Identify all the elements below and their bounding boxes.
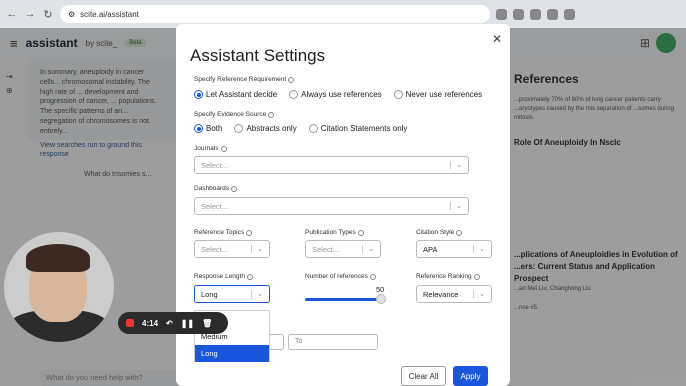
extension-icon[interactable] (513, 8, 524, 20)
info-icon (456, 229, 463, 236)
info-icon (473, 273, 480, 280)
info-icon (246, 229, 253, 236)
undo-icon[interactable]: ↶ (166, 319, 173, 328)
chevron-down-icon: ⌄ (450, 202, 462, 210)
pause-icon[interactable]: ❚❚ (181, 319, 194, 328)
evidence-radio-1[interactable] (234, 124, 244, 133)
ref-req-radio-2[interactable] (393, 90, 403, 99)
response-length-select[interactable]: Long ⌄ (194, 285, 270, 303)
info-icon (220, 145, 227, 152)
chevron-down-icon: ⌄ (362, 245, 374, 253)
dropdown-option-selected[interactable]: Long (195, 345, 269, 362)
webcam-bubble (4, 232, 114, 342)
ref-req-radio-1[interactable] (289, 90, 299, 99)
pub-types-select[interactable]: Select... ⌄ (305, 240, 381, 258)
site-info-icon[interactable]: ⚙ (68, 10, 75, 19)
num-refs-slider-track[interactable] (305, 298, 381, 301)
reload-icon[interactable]: ↻ (42, 8, 54, 21)
url-text: scite.ai/assistant (80, 9, 139, 19)
date-to-input[interactable]: To (288, 334, 378, 350)
info-icon (246, 273, 253, 280)
dialog-title: Assistant Settings (190, 46, 326, 65)
close-icon[interactable]: ✕ (492, 32, 502, 46)
address-bar[interactable]: ⚙ scite.ai/assistant (60, 5, 490, 23)
pub-types-label: Publication Types (305, 229, 364, 236)
info-icon (288, 76, 295, 83)
citation-style-label: Citation Style (416, 229, 463, 236)
ref-req-radio-0[interactable] (194, 90, 203, 99)
extension-icon[interactable] (496, 8, 507, 20)
ref-req-radio-group: Let Assistant decide Always use referenc… (194, 90, 482, 99)
chevron-down-icon: ⌄ (251, 245, 263, 253)
trash-icon[interactable]: 🗑 (202, 319, 212, 328)
info-icon (231, 185, 238, 192)
num-refs-slider-handle[interactable] (376, 294, 386, 304)
record-time: 4:14 (142, 318, 159, 328)
stop-record-icon[interactable] (126, 319, 134, 327)
info-icon (357, 229, 364, 236)
info-icon (268, 111, 275, 118)
chevron-down-icon: ⌄ (473, 245, 485, 253)
clear-all-button[interactable]: Clear All (401, 366, 446, 386)
webcam-hair (26, 244, 90, 272)
journals-select[interactable]: Select... ⌄ (194, 156, 469, 174)
ref-topics-label: Reference Topics (194, 229, 253, 236)
num-refs-value: 50 (376, 285, 385, 294)
ref-ranking-select[interactable]: Relevance ⌄ (416, 285, 492, 303)
ref-ranking-label: Reference Ranking (416, 273, 480, 280)
citation-style-select[interactable]: APA ⌄ (416, 240, 492, 258)
chevron-down-icon: ⌄ (450, 161, 462, 169)
evidence-radio-0[interactable] (194, 124, 203, 133)
extension-icon[interactable] (547, 8, 558, 20)
apply-button[interactable]: Apply (453, 366, 488, 386)
recording-toolbar: 4:14 ↶ ❚❚ 🗑 (118, 312, 228, 334)
chevron-down-icon: ⌄ (473, 290, 485, 298)
evidence-label: Specify Evidence Source (194, 111, 275, 118)
evidence-radio-group: Both Abstracts only Citation Statements … (194, 124, 407, 133)
evidence-radio-2[interactable] (308, 124, 318, 133)
ref-req-label: Specify Reference Requirement (194, 76, 295, 83)
dashboards-label: Dashboards (194, 185, 238, 192)
journals-label: Journals (194, 145, 227, 152)
chevron-down-icon: ⌄ (251, 290, 263, 298)
extension-icon[interactable] (564, 8, 575, 20)
ref-topics-select[interactable]: Select... ⌄ (194, 240, 270, 258)
response-length-label: Response Length (194, 273, 253, 280)
extension-icon[interactable] (530, 8, 541, 20)
dashboards-select[interactable]: Select... ⌄ (194, 197, 469, 215)
forward-icon[interactable]: → (24, 8, 36, 20)
back-icon[interactable]: ← (6, 8, 18, 20)
info-icon (369, 273, 376, 280)
num-refs-label: Number of references (305, 273, 376, 280)
